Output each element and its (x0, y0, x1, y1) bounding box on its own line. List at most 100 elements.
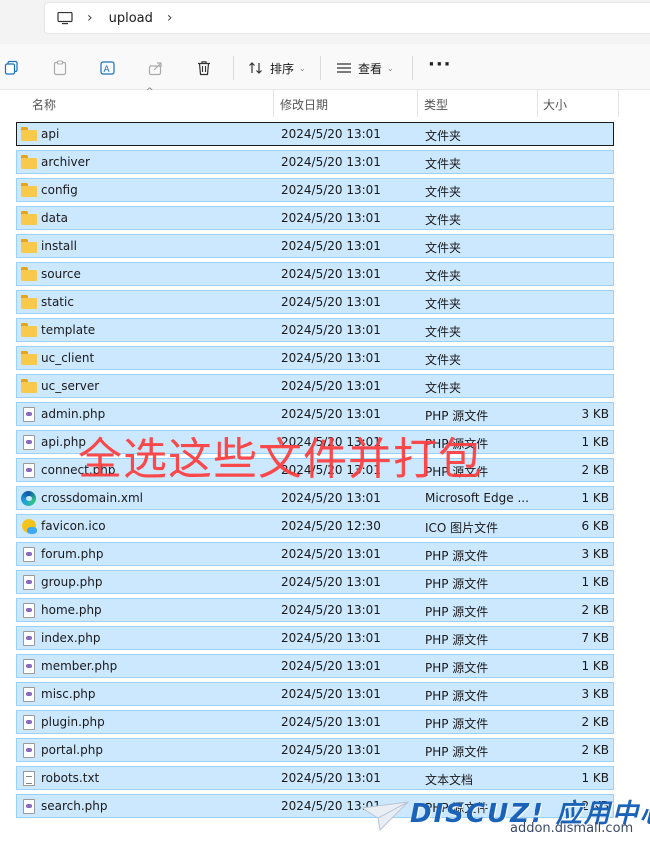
share-icon[interactable] (148, 58, 164, 78)
file-name: install (41, 239, 77, 253)
file-date: 2024/5/20 13:01 (281, 603, 381, 617)
folder-icon-shape (21, 183, 37, 197)
address-bar[interactable]: › upload › (44, 2, 650, 34)
file-type: ICO 图片文件 (425, 521, 499, 535)
more-options-button[interactable]: ··· (428, 54, 452, 75)
file-date: 2024/5/20 13:01 (281, 211, 381, 225)
file-row[interactable]: install 2024/5/20 13:01 文件夹 (16, 234, 614, 258)
column-resize-handle[interactable] (417, 90, 418, 117)
file-row[interactable]: group.php 2024/5/20 13:01 PHP 源文件 1 KB (16, 570, 614, 594)
chevron-down-icon: ⌄ (387, 63, 394, 73)
folder-icon-shape (21, 295, 37, 309)
edge-file-icon-shape (21, 491, 36, 506)
copy-icon[interactable] (4, 58, 20, 78)
column-resize-handle[interactable] (618, 90, 619, 117)
file-type: 文件夹 (425, 297, 462, 311)
file-type: 文件夹 (425, 185, 462, 199)
file-name: robots.txt (41, 771, 100, 785)
file-row[interactable]: archiver 2024/5/20 13:01 文件夹 (16, 150, 614, 174)
file-date: 2024/5/20 13:01 (281, 323, 381, 337)
column-header-type[interactable]: 类型 (424, 96, 448, 113)
annotation-text: 全选这些文件并打包 (78, 434, 483, 485)
svg-text:A: A (104, 65, 111, 75)
file-row[interactable]: portal.php 2024/5/20 13:01 PHP 源文件 2 KB (16, 738, 614, 762)
file-size: 1 KB (581, 659, 609, 673)
view-icon (337, 63, 351, 73)
file-size: 1 KB (581, 491, 609, 505)
file-row[interactable]: data 2024/5/20 13:01 文件夹 (16, 206, 614, 230)
php-file-icon-shape (23, 547, 35, 562)
this-pc-icon (57, 11, 73, 24)
folder-icon-shape (21, 211, 37, 225)
file-size: 1 KB (581, 435, 609, 449)
file-date: 2024/5/20 12:30 (281, 519, 381, 533)
column-resize-handle[interactable] (273, 90, 274, 117)
column-resize-handle[interactable] (537, 90, 538, 117)
watermark-url: addon.dismall.com (510, 821, 634, 836)
file-row[interactable]: config 2024/5/20 13:01 文件夹 (16, 178, 614, 202)
breadcrumb-upload[interactable]: upload (109, 11, 153, 26)
file-date: 2024/5/20 13:01 (281, 631, 381, 645)
file-row[interactable]: index.php 2024/5/20 13:01 PHP 源文件 7 KB (16, 626, 614, 650)
file-size: 3 KB (581, 687, 609, 701)
php-file-icon (21, 547, 37, 562)
file-row[interactable]: static 2024/5/20 13:01 文件夹 (16, 290, 614, 314)
folder-icon (21, 267, 37, 282)
php-file-icon (21, 687, 37, 702)
breadcrumb-separator[interactable]: › (87, 10, 93, 26)
folder-icon-shape (21, 155, 37, 169)
file-name: favicon.ico (41, 519, 106, 533)
file-row[interactable]: crossdomain.xml 2024/5/20 13:01 Microsoft … (16, 486, 614, 510)
file-size: 6 KB (581, 519, 609, 533)
column-header-date[interactable]: 修改日期 (280, 96, 328, 113)
file-row[interactable]: source 2024/5/20 13:01 文件夹 (16, 262, 614, 286)
file-name: archiver (41, 155, 90, 169)
file-type: PHP 源文件 (425, 717, 489, 731)
file-date: 2024/5/20 13:01 (281, 743, 381, 757)
sort-button[interactable]: 排序 ⌄ (248, 58, 306, 78)
column-header-size[interactable]: 大小 (543, 96, 567, 113)
folder-icon-shape (21, 379, 37, 393)
file-row[interactable]: api 2024/5/20 13:01 文件夹 (16, 122, 614, 146)
file-row[interactable]: uc_client 2024/5/20 13:01 文件夹 (16, 346, 614, 370)
file-row[interactable]: member.php 2024/5/20 13:01 PHP 源文件 1 KB (16, 654, 614, 678)
delete-icon[interactable] (196, 58, 212, 78)
sort-label: 排序 (270, 61, 295, 76)
text-file-icon (21, 771, 37, 786)
file-row[interactable]: uc_server 2024/5/20 13:01 文件夹 (16, 374, 614, 398)
php-file-icon (21, 435, 37, 450)
file-type: PHP 源文件 (425, 745, 489, 759)
folder-icon-shape (21, 351, 37, 365)
file-type: 文件夹 (425, 353, 462, 367)
rename-icon[interactable]: A (100, 58, 116, 78)
php-file-icon (21, 743, 37, 758)
file-row[interactable]: template 2024/5/20 13:01 文件夹 (16, 318, 614, 342)
file-row[interactable]: favicon.ico 2024/5/20 12:30 ICO 图片文件 6 KB (16, 514, 614, 538)
file-date: 2024/5/20 13:01 (281, 575, 381, 589)
column-header-row: ^ 名称 修改日期 类型 大小 (0, 87, 650, 118)
file-name: uc_server (41, 379, 100, 393)
file-size: 1 KB (581, 771, 609, 785)
php-file-icon-shape (23, 715, 35, 730)
file-name: crossdomain.xml (41, 491, 143, 505)
file-row[interactable]: plugin.php 2024/5/20 13:01 PHP 源文件 2 KB (16, 710, 614, 734)
file-row[interactable]: robots.txt 2024/5/20 13:01 文本文档 1 KB (16, 766, 614, 790)
chevron-down-icon: ⌄ (299, 63, 306, 73)
breadcrumb-separator-end[interactable]: › (167, 10, 173, 26)
file-date: 2024/5/20 13:01 (281, 127, 381, 141)
file-row[interactable]: misc.php 2024/5/20 13:01 PHP 源文件 3 KB (16, 682, 614, 706)
file-type: 文件夹 (425, 241, 462, 255)
column-header-name[interactable]: 名称 (32, 96, 56, 113)
image-file-icon-shape (22, 519, 37, 534)
view-button[interactable]: 查看 ⌄ (336, 58, 394, 78)
file-type: PHP 源文件 (425, 605, 489, 619)
file-date: 2024/5/20 13:01 (281, 155, 381, 169)
folder-icon (21, 379, 37, 394)
file-row[interactable]: home.php 2024/5/20 13:01 PHP 源文件 2 KB (16, 598, 614, 622)
file-name: uc_client (41, 351, 95, 365)
file-row[interactable]: forum.php 2024/5/20 13:01 PHP 源文件 3 KB (16, 542, 614, 566)
file-type: PHP 源文件 (425, 577, 489, 591)
paste-icon[interactable] (52, 58, 68, 78)
text-file-icon-shape (23, 771, 35, 786)
file-size: 2 KB (581, 603, 609, 617)
